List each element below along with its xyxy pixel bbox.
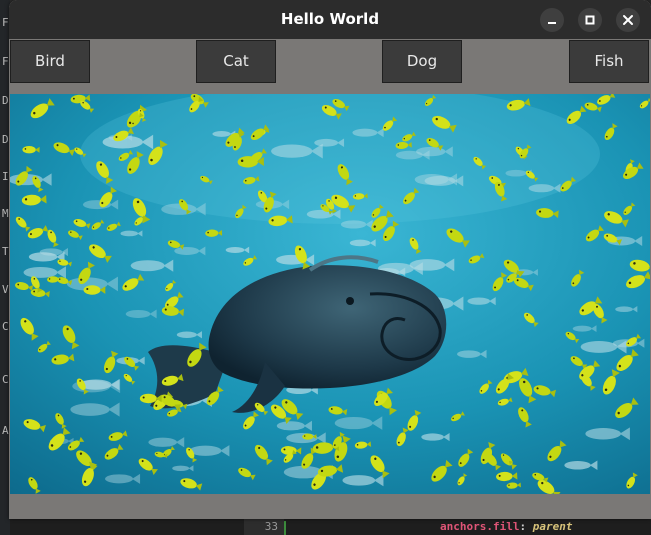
gutter-char: F (2, 16, 9, 29)
bird-button[interactable]: Bird (10, 40, 90, 83)
code-colon: : (519, 520, 527, 533)
close-icon (623, 15, 633, 25)
gutter-char: C (2, 320, 9, 333)
code-property: anchors.fill (440, 520, 520, 533)
gutter-char: D (2, 133, 9, 146)
change-marker (284, 521, 286, 535)
fish-photo (10, 94, 650, 494)
background-editor-line: 33 anchors.fill: parent (10, 519, 651, 535)
gutter-char: F (2, 55, 9, 68)
minimize-icon (548, 22, 556, 24)
gutter-char: C (2, 373, 9, 386)
line-number: 33 (244, 519, 284, 535)
cat-button[interactable]: Cat (196, 40, 276, 83)
gutter-char: T (2, 245, 9, 258)
gutter-char: I (2, 170, 9, 183)
gutter-char: D (2, 94, 9, 107)
code-value: parent (532, 520, 573, 533)
gutter-char: M (2, 207, 9, 220)
gutter-char: A (2, 424, 9, 437)
minimize-button[interactable] (540, 8, 564, 32)
maximize-button[interactable] (578, 8, 602, 32)
app-window: Hello World Bird Cat Dog Fish (9, 0, 651, 519)
close-button[interactable] (616, 8, 640, 32)
gutter-char: V (2, 283, 9, 296)
maximize-icon (585, 15, 595, 25)
title-bar[interactable]: Hello World (9, 0, 651, 39)
dog-button[interactable]: Dog (382, 40, 462, 83)
code-line: anchors.fill: parent (440, 519, 572, 535)
fish-button[interactable]: Fish (569, 40, 649, 83)
animal-image (10, 94, 650, 494)
